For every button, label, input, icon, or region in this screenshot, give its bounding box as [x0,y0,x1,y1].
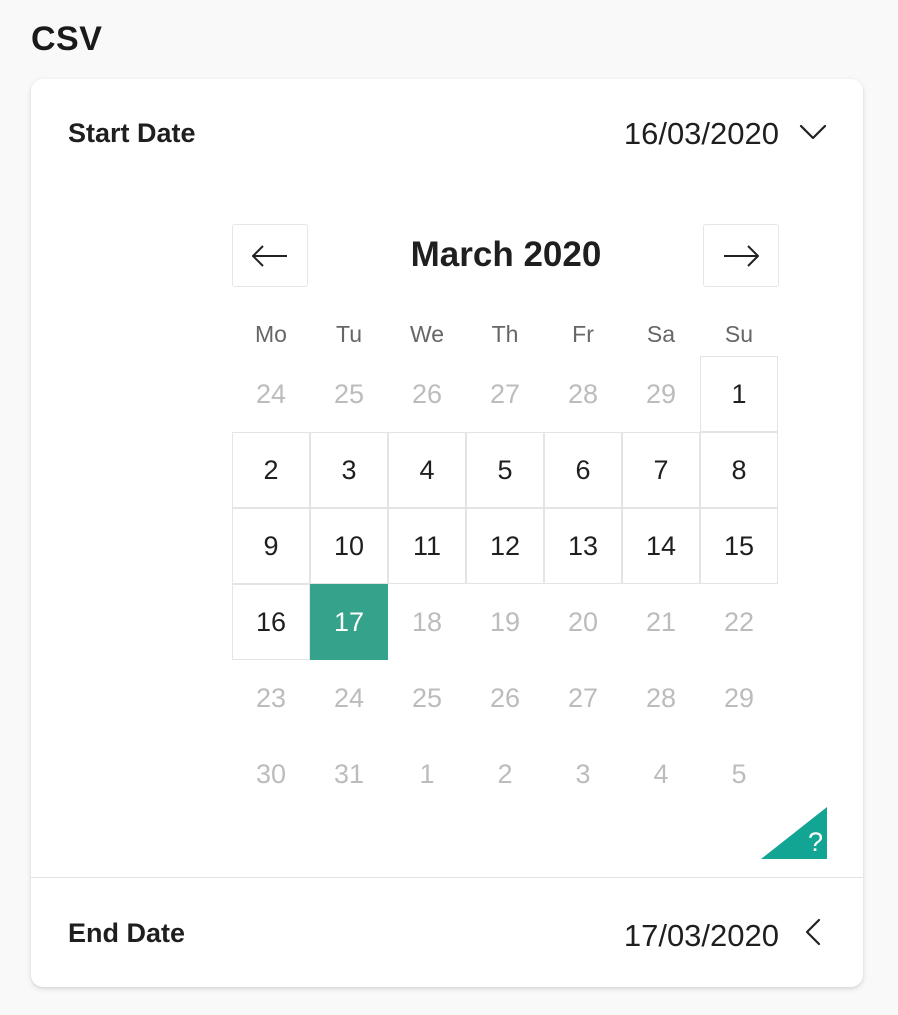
calendar-day[interactable]: 3 [310,432,388,508]
calendar-day[interactable]: 12 [466,508,544,584]
calendar-day[interactable]: 25 [310,356,388,432]
date-range-card: Start Date 16/03/2020 March 2020 Mo Tu We T… [31,79,863,987]
calendar-day[interactable]: 22 [700,584,778,660]
calendar-day[interactable]: 2 [466,736,544,812]
calendar-day[interactable]: 2 [232,432,310,508]
calendar-day[interactable]: 25 [388,660,466,736]
calendar-day-selected[interactable]: 17 [310,584,388,660]
calendar-day[interactable]: 24 [232,356,310,432]
calendar-day[interactable]: 29 [622,356,700,432]
chevron-left-icon[interactable] [799,918,827,946]
calendar-day[interactable]: 13 [544,508,622,584]
calendar-day[interactable]: 30 [232,736,310,812]
calendar-day[interactable]: 28 [544,356,622,432]
section-divider [31,877,863,878]
end-date-label: End Date [68,918,186,948]
arrow-left-icon [252,245,287,267]
weekday-label: Su [724,321,754,347]
calendar-day[interactable]: 20 [544,584,622,660]
calendar-day[interactable]: 15 [700,508,778,584]
calendar-day[interactable]: 4 [622,736,700,812]
calendar-month-label: March 2020 [410,235,602,274]
calendar-day[interactable]: 8 [700,432,778,508]
calendar-day[interactable]: 28 [622,660,700,736]
weekday-label: Th [491,321,519,347]
calendar-day[interactable]: 7 [622,432,700,508]
calendar-day[interactable]: 16 [232,584,310,660]
calendar-day[interactable]: 5 [466,432,544,508]
calendar-day[interactable]: 19 [466,584,544,660]
question-icon: ? [807,827,823,857]
calendar-day[interactable]: 18 [388,584,466,660]
weekday-label: Tu [336,321,362,347]
chevron-down-icon[interactable] [799,118,827,146]
calendar-day[interactable]: 31 [310,736,388,812]
calendar-day[interactable]: 5 [700,736,778,812]
calendar-day-grid: 24 25 26 27 28 29 1 2 3 4 5 6 7 8 9 10 11 12 13 14 15 16 17 18 1… [232,356,778,812]
weekday-label: Sa [646,321,676,347]
end-date-header[interactable]: End Date 17/03/2020 [31,904,863,964]
calendar-day[interactable]: 4 [388,432,466,508]
weekday-label: Mo [255,321,287,347]
help-button[interactable]: ? [761,807,827,859]
calendar-day[interactable]: 11 [388,508,466,584]
next-month-button[interactable] [703,224,779,287]
calendar-day[interactable]: 23 [232,660,310,736]
start-date-header[interactable]: Start Date 16/03/2020 [31,104,863,164]
calendar-day[interactable]: 29 [700,660,778,736]
calendar-day[interactable]: 27 [544,660,622,736]
weekday-label: Fr [572,321,594,347]
calendar-day[interactable]: 6 [544,432,622,508]
arrow-right-icon [724,245,759,267]
calendar-day[interactable]: 24 [310,660,388,736]
calendar-day[interactable]: 1 [388,736,466,812]
end-date-value[interactable]: 17/03/2020 [624,918,779,954]
calendar-day[interactable]: 9 [232,508,310,584]
weekday-label: We [409,321,445,347]
calendar-day[interactable]: 10 [310,508,388,584]
calendar-day[interactable]: 26 [466,660,544,736]
calendar-day[interactable]: 26 [388,356,466,432]
weekday-header: Mo Tu We Th Fr Sa Su [232,321,778,355]
start-date-label: Start Date [68,118,196,148]
calendar-day[interactable]: 14 [622,508,700,584]
calendar-day[interactable]: 3 [544,736,622,812]
page-title: CSV [31,20,103,58]
calendar-day[interactable]: 21 [622,584,700,660]
calendar-day[interactable]: 27 [466,356,544,432]
calendar-day[interactable]: 1 [700,356,778,432]
start-date-value[interactable]: 16/03/2020 [624,116,779,152]
previous-month-button[interactable] [232,224,308,287]
